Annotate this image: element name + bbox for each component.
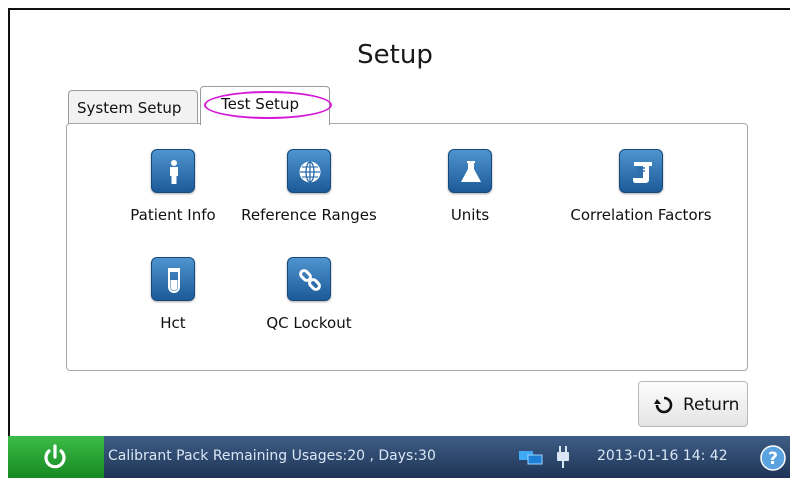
power-plug-icon (557, 446, 569, 468)
tab-system-setup-label: System Setup (77, 99, 182, 117)
correlation-factors-label: Correlation Factors (570, 206, 712, 224)
test-tube-icon[interactable] (151, 257, 195, 301)
calibrant-status-text: Calibrant Pack Remaining Usages:20 , Day… (108, 448, 436, 464)
qc-lockout-item[interactable]: QC Lockout (219, 257, 399, 332)
power-button[interactable] (8, 436, 104, 478)
tab-system-setup[interactable]: System Setup (68, 90, 198, 124)
units-label: Units (450, 206, 490, 224)
test-setup-panel: Patient Info Reference Ranges Units Corr… (66, 123, 748, 371)
correlation-icon[interactable] (619, 149, 663, 193)
globe-icon[interactable] (287, 149, 331, 193)
network-icon (519, 451, 543, 465)
return-button[interactable]: Return (638, 381, 748, 427)
qc-lockout-label: QC Lockout (266, 314, 352, 332)
units-item[interactable]: Units (380, 149, 560, 224)
status-bar: Calibrant Pack Remaining Usages:20 , Day… (8, 436, 790, 478)
return-arrow-icon (654, 396, 673, 414)
person-icon[interactable] (151, 149, 195, 193)
correlation-factors-item[interactable]: Correlation Factors (551, 149, 731, 224)
datetime-display: 2013-01-16 14: 42 (597, 448, 728, 464)
help-icon[interactable]: ? (760, 445, 786, 471)
flask-icon[interactable] (448, 149, 492, 193)
tab-test-setup[interactable]: Test Setup (200, 86, 332, 125)
tab-test-setup-label: Test Setup (221, 95, 299, 113)
chain-link-icon[interactable] (287, 257, 331, 301)
page-title: Setup (357, 40, 433, 70)
return-label: Return (683, 395, 740, 415)
svg-text:?: ? (768, 449, 778, 469)
reference-ranges-item[interactable]: Reference Ranges (219, 149, 399, 224)
power-icon (44, 444, 66, 469)
reference-ranges-label: Reference Ranges (241, 206, 377, 224)
